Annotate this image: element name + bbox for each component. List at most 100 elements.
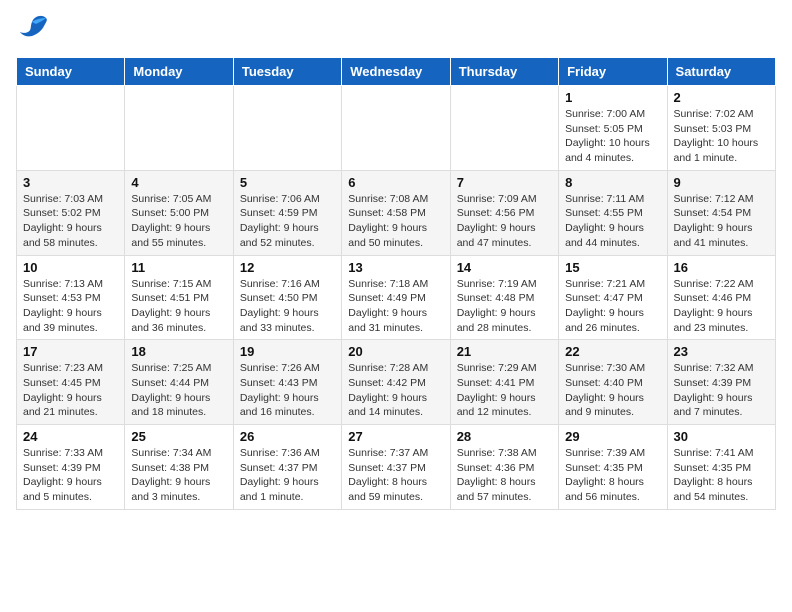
calendar-day-cell: 20 Sunrise: 7:28 AM Sunset: 4:42 PM Dayli… — [342, 340, 450, 425]
calendar-day-cell: 2 Sunrise: 7:02 AM Sunset: 5:03 PM Daylig… — [667, 86, 775, 171]
calendar-day-cell: 12 Sunrise: 7:16 AM Sunset: 4:50 PM Dayli… — [233, 255, 341, 340]
calendar-empty-cell — [17, 86, 125, 171]
weekday-header-thursday: Thursday — [450, 58, 558, 86]
day-info: Sunrise: 7:16 AM Sunset: 4:50 PM Dayligh… — [240, 277, 335, 336]
day-info: Sunrise: 7:05 AM Sunset: 5:00 PM Dayligh… — [131, 192, 226, 251]
calendar-day-cell: 8Sunrise: 7:11 AM Sunset: 4:55 PM Daylig… — [559, 170, 667, 255]
day-number: 21 — [457, 344, 552, 359]
day-number: 2 — [674, 90, 769, 105]
day-number: 23 — [674, 344, 769, 359]
calendar-day-cell: 11 Sunrise: 7:15 AM Sunset: 4:51 PM Dayli… — [125, 255, 233, 340]
calendar-day-cell: 13 Sunrise: 7:18 AM Sunset: 4:49 PM Dayli… — [342, 255, 450, 340]
day-info: Sunrise: 7:28 AM Sunset: 4:42 PM Dayligh… — [348, 361, 443, 420]
day-info: Sunrise: 7:09 AM Sunset: 4:56 PM Dayligh… — [457, 192, 552, 251]
day-info: Sunrise: 7:00 AM Sunset: 5:05 PM Dayligh… — [565, 107, 660, 166]
calendar-day-cell: 5 Sunrise: 7:06 AM Sunset: 4:59 PM Daylig… — [233, 170, 341, 255]
day-number: 24 — [23, 429, 118, 444]
day-info: Sunrise: 7:36 AM Sunset: 4:37 PM Dayligh… — [240, 446, 335, 505]
day-info: Sunrise: 7:12 AM Sunset: 4:54 PM Dayligh… — [674, 192, 769, 251]
weekday-header-saturday: Saturday — [667, 58, 775, 86]
day-info: Sunrise: 7:15 AM Sunset: 4:51 PM Dayligh… — [131, 277, 226, 336]
day-number: 22 — [565, 344, 660, 359]
day-number: 10 — [23, 260, 118, 275]
calendar-day-cell: 28 Sunrise: 7:38 AM Sunset: 4:36 PM Dayli… — [450, 425, 558, 510]
calendar-day-cell: 7Sunrise: 7:09 AM Sunset: 4:56 PM Daylig… — [450, 170, 558, 255]
weekday-header-wednesday: Wednesday — [342, 58, 450, 86]
day-number: 20 — [348, 344, 443, 359]
day-info: Sunrise: 7:03 AM Sunset: 5:02 PM Dayligh… — [23, 192, 118, 251]
calendar-day-cell: 15 Sunrise: 7:21 AM Sunset: 4:47 PM Dayli… — [559, 255, 667, 340]
calendar-day-cell: 24 Sunrise: 7:33 AM Sunset: 4:39 PM Dayli… — [17, 425, 125, 510]
day-number: 3 — [23, 175, 118, 190]
day-info: Sunrise: 7:19 AM Sunset: 4:48 PM Dayligh… — [457, 277, 552, 336]
calendar-empty-cell — [450, 86, 558, 171]
calendar-day-cell: 10 Sunrise: 7:13 AM Sunset: 4:53 PM Dayli… — [17, 255, 125, 340]
calendar-day-cell: 25 Sunrise: 7:34 AM Sunset: 4:38 PM Dayli… — [125, 425, 233, 510]
calendar-day-cell: 27 Sunrise: 7:37 AM Sunset: 4:37 PM Dayli… — [342, 425, 450, 510]
day-info: Sunrise: 7:30 AM Sunset: 4:40 PM Dayligh… — [565, 361, 660, 420]
day-number: 19 — [240, 344, 335, 359]
calendar-empty-cell — [233, 86, 341, 171]
day-number: 18 — [131, 344, 226, 359]
day-number: 11 — [131, 260, 226, 275]
calendar-day-cell: 16 Sunrise: 7:22 AM Sunset: 4:46 PM Dayli… — [667, 255, 775, 340]
day-number: 6 — [348, 175, 443, 190]
day-number: 17 — [23, 344, 118, 359]
day-info: Sunrise: 7:13 AM Sunset: 4:53 PM Dayligh… — [23, 277, 118, 336]
day-info: Sunrise: 7:11 AM Sunset: 4:55 PM Dayligh… — [565, 192, 660, 251]
day-number: 27 — [348, 429, 443, 444]
logo — [16, 16, 50, 49]
day-number: 15 — [565, 260, 660, 275]
day-number: 1 — [565, 90, 660, 105]
calendar-day-cell: 21 Sunrise: 7:29 AM Sunset: 4:41 PM Dayli… — [450, 340, 558, 425]
day-info: Sunrise: 7:22 AM Sunset: 4:46 PM Dayligh… — [674, 277, 769, 336]
day-info: Sunrise: 7:21 AM Sunset: 4:47 PM Dayligh… — [565, 277, 660, 336]
calendar-table: SundayMondayTuesdayWednesdayThursdayFrid… — [16, 57, 776, 510]
day-info: Sunrise: 7:18 AM Sunset: 4:49 PM Dayligh… — [348, 277, 443, 336]
day-info: Sunrise: 7:26 AM Sunset: 4:43 PM Dayligh… — [240, 361, 335, 420]
calendar-day-cell: 23 Sunrise: 7:32 AM Sunset: 4:39 PM Dayli… — [667, 340, 775, 425]
day-number: 5 — [240, 175, 335, 190]
weekday-header-sunday: Sunday — [17, 58, 125, 86]
day-number: 13 — [348, 260, 443, 275]
day-number: 12 — [240, 260, 335, 275]
calendar-day-cell: 3 Sunrise: 7:03 AM Sunset: 5:02 PM Daylig… — [17, 170, 125, 255]
day-info: Sunrise: 7:38 AM Sunset: 4:36 PM Dayligh… — [457, 446, 552, 505]
day-number: 9 — [674, 175, 769, 190]
calendar-day-cell: 14Sunrise: 7:19 AM Sunset: 4:48 PM Dayli… — [450, 255, 558, 340]
page-header — [16, 16, 776, 49]
day-number: 30 — [674, 429, 769, 444]
day-number: 25 — [131, 429, 226, 444]
calendar-week-row: 10 Sunrise: 7:13 AM Sunset: 4:53 PM Dayli… — [17, 255, 776, 340]
weekday-header-tuesday: Tuesday — [233, 58, 341, 86]
calendar-day-cell: 17 Sunrise: 7:23 AM Sunset: 4:45 PM Dayli… — [17, 340, 125, 425]
day-number: 28 — [457, 429, 552, 444]
day-info: Sunrise: 7:06 AM Sunset: 4:59 PM Dayligh… — [240, 192, 335, 251]
weekday-header-monday: Monday — [125, 58, 233, 86]
day-info: Sunrise: 7:08 AM Sunset: 4:58 PM Dayligh… — [348, 192, 443, 251]
day-info: Sunrise: 7:29 AM Sunset: 4:41 PM Dayligh… — [457, 361, 552, 420]
day-number: 29 — [565, 429, 660, 444]
calendar-day-cell: 30Sunrise: 7:41 AM Sunset: 4:35 PM Dayli… — [667, 425, 775, 510]
calendar-day-cell: 29Sunrise: 7:39 AM Sunset: 4:35 PM Dayli… — [559, 425, 667, 510]
day-number: 4 — [131, 175, 226, 190]
day-info: Sunrise: 7:25 AM Sunset: 4:44 PM Dayligh… — [131, 361, 226, 420]
day-info: Sunrise: 7:37 AM Sunset: 4:37 PM Dayligh… — [348, 446, 443, 505]
calendar-week-row: 24 Sunrise: 7:33 AM Sunset: 4:39 PM Dayli… — [17, 425, 776, 510]
calendar-day-cell: 22 Sunrise: 7:30 AM Sunset: 4:40 PM Dayli… — [559, 340, 667, 425]
calendar-day-cell: 9 Sunrise: 7:12 AM Sunset: 4:54 PM Daylig… — [667, 170, 775, 255]
day-info: Sunrise: 7:32 AM Sunset: 4:39 PM Dayligh… — [674, 361, 769, 420]
day-info: Sunrise: 7:23 AM Sunset: 4:45 PM Dayligh… — [23, 361, 118, 420]
day-number: 26 — [240, 429, 335, 444]
day-number: 16 — [674, 260, 769, 275]
day-info: Sunrise: 7:33 AM Sunset: 4:39 PM Dayligh… — [23, 446, 118, 505]
calendar-day-cell: 4 Sunrise: 7:05 AM Sunset: 5:00 PM Daylig… — [125, 170, 233, 255]
calendar-week-row: 17 Sunrise: 7:23 AM Sunset: 4:45 PM Dayli… — [17, 340, 776, 425]
weekday-header-row: SundayMondayTuesdayWednesdayThursdayFrid… — [17, 58, 776, 86]
calendar-week-row: 1 Sunrise: 7:00 AM Sunset: 5:05 PM Daylig… — [17, 86, 776, 171]
day-info: Sunrise: 7:02 AM Sunset: 5:03 PM Dayligh… — [674, 107, 769, 166]
calendar-day-cell: 26 Sunrise: 7:36 AM Sunset: 4:37 PM Dayli… — [233, 425, 341, 510]
logo-bird-icon — [18, 12, 50, 49]
calendar-day-cell: 1 Sunrise: 7:00 AM Sunset: 5:05 PM Daylig… — [559, 86, 667, 171]
day-info: Sunrise: 7:34 AM Sunset: 4:38 PM Dayligh… — [131, 446, 226, 505]
